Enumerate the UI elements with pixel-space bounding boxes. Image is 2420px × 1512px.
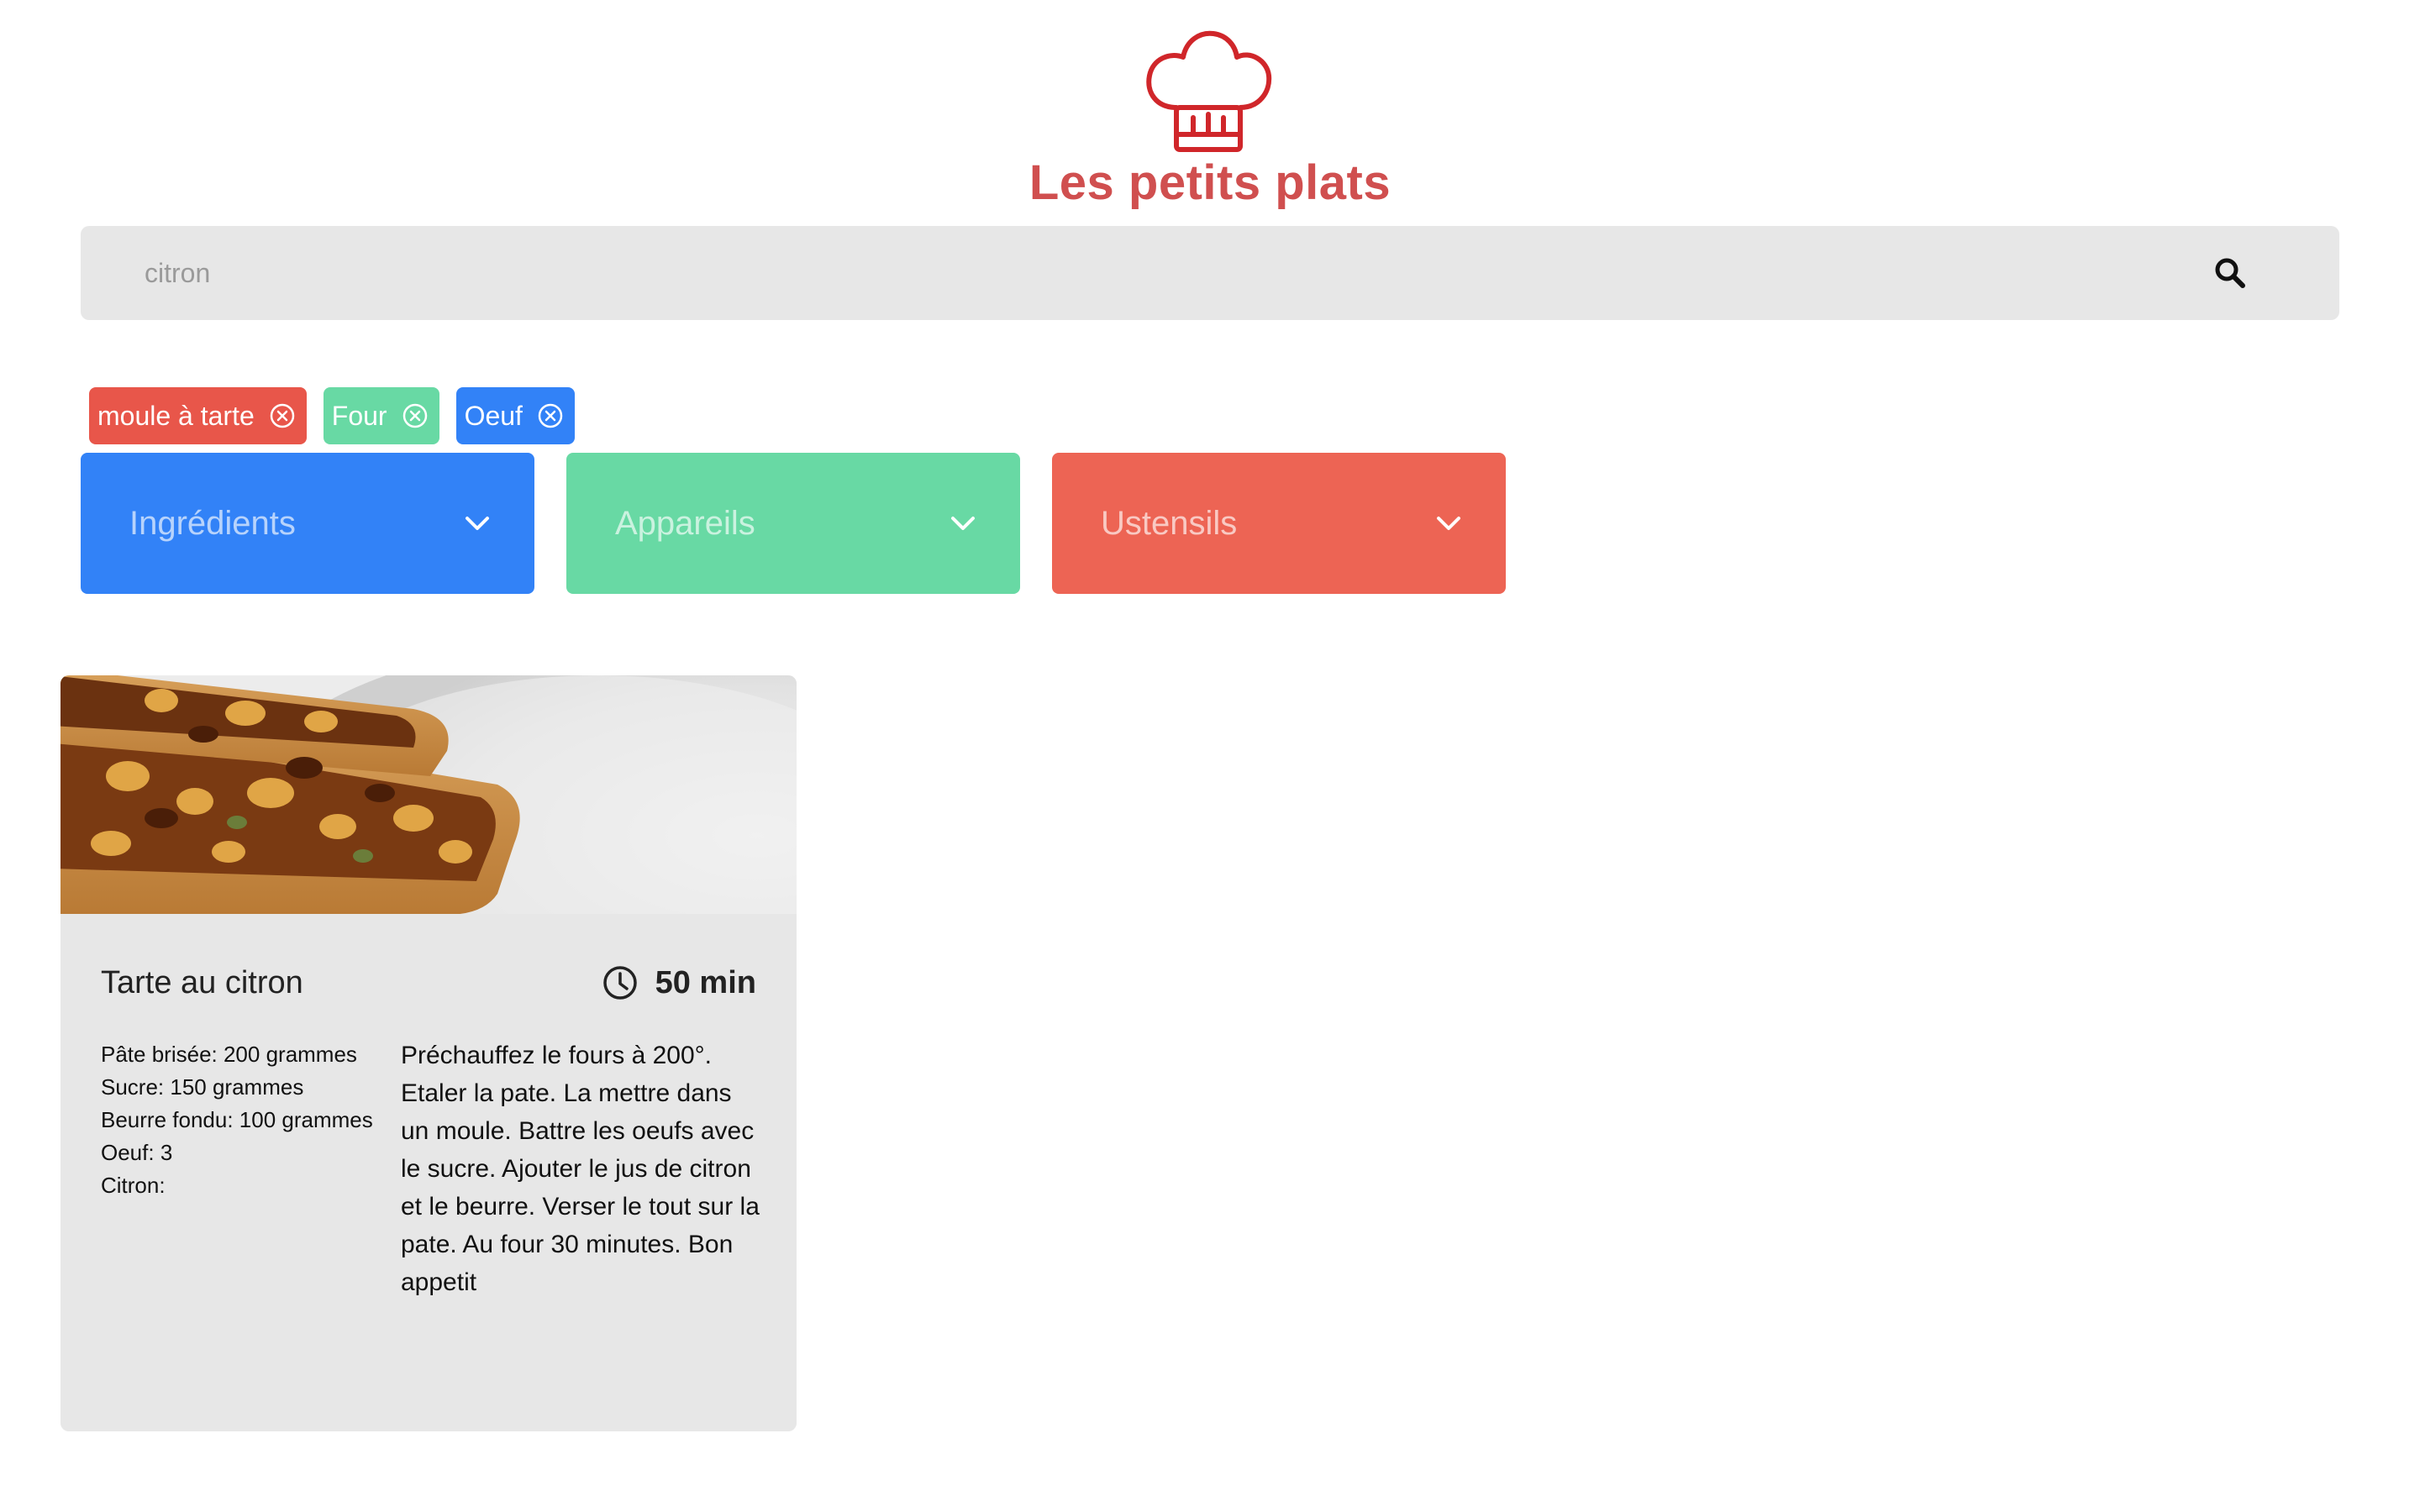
ingredient-item: Citron: <box>101 1173 166 1198</box>
recipe-card[interactable]: Tarte au citron 50 min Pâte brisée: 200 … <box>60 675 797 1431</box>
tag-four[interactable]: Four <box>323 387 439 444</box>
ingredient-item: Pâte brisée: 200 grammes <box>101 1042 357 1067</box>
close-circle-icon[interactable] <box>536 402 565 430</box>
filter-ustensils-dropdown[interactable]: Ustensils <box>1052 453 1506 594</box>
site-title: Les petits plats <box>1028 155 1392 210</box>
clock-icon <box>602 966 637 1000</box>
chevron-down-icon <box>951 517 975 530</box>
search-bar <box>81 226 2339 320</box>
chef-hat-icon <box>1146 30 1272 152</box>
ingredient-item: Beurre fondu: 100 grammes <box>101 1107 373 1132</box>
tag-oeuf[interactable]: Oeuf <box>455 387 575 444</box>
recipe-description: Préchauffez le fours à 200°. Etaler la p… <box>401 1042 760 1296</box>
tag-moule-a-tarte[interactable]: moule à tarte <box>89 387 307 444</box>
recipe-image <box>60 675 797 914</box>
recipe-title: Tarte au citron <box>101 965 303 1000</box>
ingredient-item: Oeuf: 3 <box>101 1140 173 1165</box>
recipe-time: 50 min <box>602 959 756 1006</box>
filter-appareils-dropdown[interactable]: Appareils <box>566 453 1020 594</box>
close-circle-icon[interactable] <box>401 402 429 430</box>
ingredients-list: Pâte brisée: 200 grammes Sucre: 150 gram… <box>101 1038 373 1202</box>
chevron-down-icon <box>1437 517 1460 530</box>
recipe-time-value: 50 min <box>655 964 756 1000</box>
tag-label: Oeuf <box>464 400 523 431</box>
filter-label: Appareils <box>615 505 755 542</box>
filter-label: Ingrédients <box>129 505 296 542</box>
filter-ingredients-dropdown[interactable]: Ingrédients <box>81 453 534 594</box>
search-input[interactable] <box>143 226 2160 320</box>
tag-label: Four <box>331 400 387 431</box>
selected-tags: moule à tarte Four Oeuf <box>89 387 575 444</box>
ingredient-item: Sucre: 150 grammes <box>101 1074 304 1100</box>
page: Les petits plats moule à tarte Four <box>0 0 2420 1512</box>
filter-label: Ustensils <box>1101 505 1238 542</box>
close-circle-icon[interactable] <box>268 402 297 430</box>
tag-label: moule à tarte <box>97 400 255 431</box>
search-icon[interactable] <box>2213 256 2247 290</box>
chevron-down-icon <box>466 517 489 530</box>
